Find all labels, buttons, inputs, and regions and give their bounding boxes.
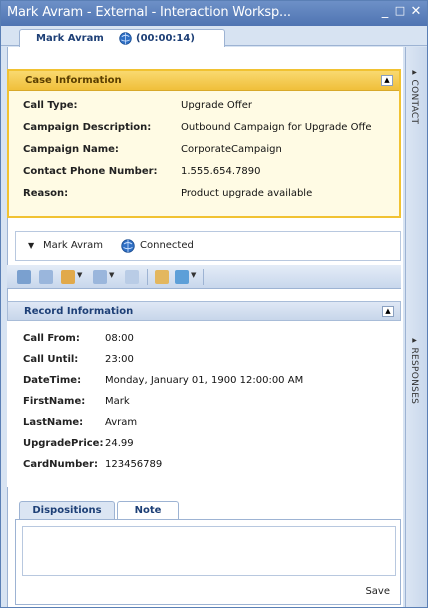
bottom-tabs: Dispositions Note — [15, 501, 401, 520]
interaction-tabstrip: Mark Avram (00:00:14) — [1, 26, 427, 47]
tab-note[interactable]: Note — [117, 501, 179, 520]
globe-call-icon — [119, 32, 132, 45]
end-call-icon[interactable] — [17, 270, 31, 284]
case-field-value: 1.555.654.7890 — [181, 166, 261, 177]
record-information-title: Record Information — [24, 306, 134, 317]
side-tab-contact-label: CONTACT — [409, 79, 419, 125]
note-input[interactable] — [22, 526, 396, 576]
side-tab-responses-label: RESPONSES — [409, 347, 419, 405]
case-field-label: Campaign Description: — [23, 122, 152, 133]
minimize-button[interactable]: _ — [378, 4, 392, 20]
record-field-value: 23:00 — [105, 354, 134, 365]
right-side-bar: ▶ CONTACT ▶ RESPONSES — [405, 47, 427, 607]
side-tab-contact[interactable]: ▶ CONTACT — [409, 69, 419, 124]
transfer-icon[interactable] — [61, 270, 75, 284]
save-button[interactable]: Save — [365, 586, 390, 597]
title-bar[interactable]: Mark Avram - External - Interaction Work… — [1, 1, 427, 26]
keypad-icon[interactable] — [125, 270, 139, 284]
window-title: Mark Avram - External - Interaction Work… — [7, 5, 291, 20]
case-field-value: Outbound Campaign for Upgrade Offe — [181, 122, 372, 133]
case-field-label: Campaign Name: — [23, 144, 119, 155]
record-field-label: UpgradePrice: — [23, 438, 104, 449]
case-information-panel: Case Information ▲ Call Type: Upgrade Of… — [7, 69, 401, 218]
case-information-header[interactable]: Case Information ▲ — [9, 71, 399, 91]
record-information-panel: Record Information ▲ Call From: 08:00 Ca… — [7, 301, 401, 487]
record-field-value: 08:00 — [105, 333, 134, 344]
party-bar: ▼ Mark Avram Connected — [15, 231, 401, 261]
side-tab-arrow-icon: ▶ — [411, 337, 418, 345]
party-expand-icon[interactable]: ▼ — [28, 241, 34, 250]
chevron-down-icon[interactable]: ▼ — [77, 271, 82, 279]
record-field-value: Mark — [105, 396, 130, 407]
case-field-label: Call Type: — [23, 100, 78, 111]
call-timer: (00:00:14) — [136, 33, 195, 44]
record-field-label: FirstName: — [23, 396, 86, 407]
maximize-button[interactable]: □ — [393, 4, 407, 20]
connection-status: Connected — [140, 240, 194, 251]
case-field-label: Reason: — [23, 188, 69, 199]
chevron-down-icon[interactable]: ▼ — [109, 271, 114, 279]
calendar-icon[interactable] — [155, 270, 169, 284]
toolbar-divider — [203, 269, 204, 285]
interaction-window: Mark Avram - External - Interaction Work… — [0, 0, 428, 608]
case-field-value: Product upgrade available — [181, 188, 313, 199]
call-tab-name: Mark Avram — [36, 33, 104, 44]
call-tab[interactable]: Mark Avram (00:00:14) — [19, 29, 225, 47]
note-panel: Save — [15, 519, 401, 605]
collapse-record-button[interactable]: ▲ — [382, 306, 394, 317]
record-field-value: Monday, January 01, 1900 12:00:00 AM — [105, 375, 304, 386]
record-field-label: CardNumber: — [23, 459, 98, 470]
globe-status-icon — [121, 239, 135, 253]
collapse-case-button[interactable]: ▲ — [381, 75, 393, 86]
party-name[interactable]: Mark Avram — [43, 240, 103, 251]
side-tab-arrow-icon: ▶ — [411, 69, 418, 77]
interaction-toolbar: ▼ ▼ ▼ — [7, 265, 401, 289]
record-field-label: Call From: — [23, 333, 80, 344]
record-field-value: 123456789 — [105, 459, 163, 470]
case-field-value: Upgrade Offer — [181, 100, 252, 111]
record-field-value: 24.99 — [105, 438, 134, 449]
record-field-value: Avram — [105, 417, 138, 428]
consult-icon[interactable] — [175, 270, 189, 284]
record-field-label: DateTime: — [23, 375, 82, 386]
conference-icon[interactable] — [93, 270, 107, 284]
case-field-label: Contact Phone Number: — [23, 166, 158, 177]
record-field-label: LastName: — [23, 417, 84, 428]
hold-call-icon[interactable] — [39, 270, 53, 284]
side-tab-responses[interactable]: ▶ RESPONSES — [409, 337, 419, 404]
chevron-down-icon[interactable]: ▼ — [191, 271, 196, 279]
tab-dispositions[interactable]: Dispositions — [19, 501, 115, 520]
record-field-label: Call Until: — [23, 354, 79, 365]
case-information-title: Case Information — [25, 75, 122, 86]
record-information-header[interactable]: Record Information ▲ — [7, 301, 401, 321]
case-field-value: CorporateCampaign — [181, 144, 282, 155]
close-button[interactable]: ✕ — [409, 4, 423, 20]
toolbar-divider — [147, 269, 148, 285]
